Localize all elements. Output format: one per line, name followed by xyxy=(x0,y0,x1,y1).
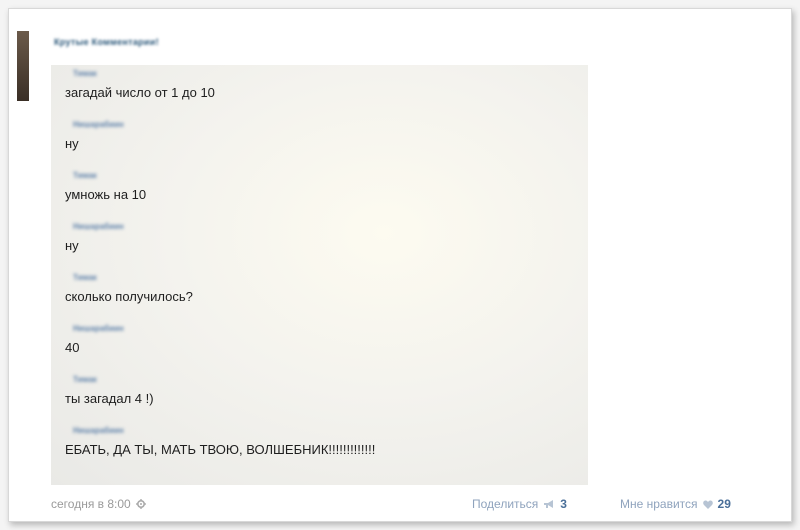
post-card: Крутые Комментарии! Тимак загадай число … xyxy=(8,8,792,522)
like-count: 29 xyxy=(717,497,731,511)
like-button[interactable]: Мне нравится 29 xyxy=(620,497,731,511)
chat-message: Тимак ты загадал 4 !) xyxy=(65,375,154,406)
message-sender: Тимак xyxy=(73,375,97,384)
message-text: загадай число от 1 до 10 xyxy=(65,85,215,100)
post-footer-info: сегодня в 8:00 xyxy=(51,497,146,511)
message-text: ЕБАТЬ, ДА ТЫ, МАТЬ ТВОЮ, ВОЛШЕБНИК!!!!!!… xyxy=(65,442,376,457)
post-image[interactable]: Тимак загадай число от 1 до 10 Нишарабии… xyxy=(51,65,588,485)
chat-message: Тимак сколько получилось? xyxy=(65,273,193,304)
gear-icon[interactable] xyxy=(135,499,146,509)
message-sender: Нишарабиин xyxy=(73,120,124,129)
chat-message: Нишарабиин ну xyxy=(65,120,124,151)
message-sender: Нишарабиин xyxy=(73,426,124,435)
megaphone-icon xyxy=(543,499,555,509)
message-sender: Нишарабиин xyxy=(73,324,124,333)
share-count: 3 xyxy=(560,497,567,511)
chat-message: Нишарабиин ну xyxy=(65,222,124,253)
chat-message: Тимак загадай число от 1 до 10 xyxy=(65,69,215,100)
share-label: Поделиться xyxy=(472,497,539,511)
avatar[interactable] xyxy=(17,31,29,101)
message-text: сколько получилось? xyxy=(65,289,193,304)
share-button[interactable]: Поделиться 3 xyxy=(472,497,567,511)
message-sender: Тимак xyxy=(73,273,97,282)
message-text: умножь на 10 xyxy=(65,187,147,202)
message-text: ты загадал 4 !) xyxy=(65,391,154,406)
heart-icon xyxy=(702,500,713,509)
message-sender: Нишарабиин xyxy=(73,222,124,231)
group-name-link[interactable]: Крутые Комментарии! xyxy=(54,37,159,47)
message-text: ну xyxy=(65,136,79,151)
chat-message: Нишарабиин 40 xyxy=(65,324,124,355)
message-sender: Тимак xyxy=(73,171,97,180)
message-text: 40 xyxy=(65,340,80,355)
chat-message: Тимак умножь на 10 xyxy=(65,171,146,202)
message-sender: Тимак xyxy=(73,69,97,78)
like-label: Мне нравится xyxy=(620,497,698,511)
post-timestamp[interactable]: сегодня в 8:00 xyxy=(51,497,131,511)
chat-message: Нишарабиин ЕБАТЬ, ДА ТЫ, МАТЬ ТВОЮ, ВОЛШ… xyxy=(65,426,375,457)
message-text: ну xyxy=(65,238,79,253)
